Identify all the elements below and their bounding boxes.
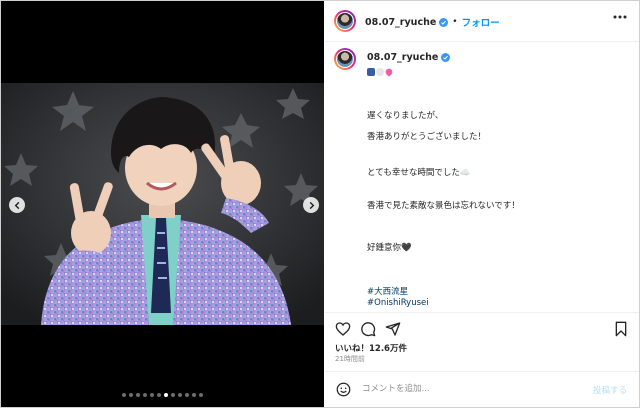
modal-border — [0, 0, 640, 408]
post-modal: 08.07_ryuche • フォロー 08.07_ryuche 遅くなりました… — [0, 0, 640, 408]
